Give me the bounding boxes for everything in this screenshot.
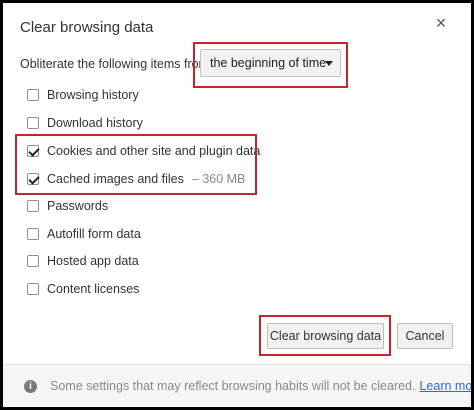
clear-browsing-data-dialog: Clear browsing data × Obliterate the fol… [3, 3, 471, 407]
time-range-selected-value: the beginning of time [210, 56, 327, 70]
info-icon: i [24, 380, 37, 393]
footer-note-text: Some settings that may reflect browsing … [50, 379, 416, 393]
footer-note: Some settings that may reflect browsing … [50, 379, 471, 393]
checkbox-item-hosted-app-data[interactable]: Hosted app data [27, 252, 139, 270]
checkbox-label: Cookies and other site and plugin data [47, 144, 261, 158]
checkbox-label: Download history [47, 116, 143, 130]
checkbox-label: Passwords [47, 199, 109, 213]
checkbox[interactable] [27, 145, 39, 157]
cache-size-text: – 360 MB [191, 172, 246, 186]
checkbox-item-download-history[interactable]: Download history [27, 114, 143, 132]
checkbox-label: Browsing history [47, 88, 139, 102]
checkbox[interactable] [27, 200, 39, 212]
clear-browsing-data-button[interactable]: Clear browsing data [267, 323, 384, 349]
checkbox-label: Hosted app data [47, 254, 139, 268]
checkbox-item-browsing-history[interactable]: Browsing history [27, 86, 139, 104]
checkbox-item-cached-images[interactable]: Cached images and files – 360 MB [27, 170, 245, 188]
checkbox[interactable] [27, 228, 39, 240]
dialog-footer: i Some settings that may reflect browsin… [3, 364, 471, 407]
checkbox-label: Autofill form data [47, 227, 141, 241]
checkbox-item-content-licenses[interactable]: Content licenses [27, 280, 139, 298]
checkbox-item-passwords[interactable]: Passwords [27, 197, 108, 215]
time-range-label: Obliterate the following items from: [20, 57, 213, 71]
checkbox-label: Content licenses [47, 282, 140, 296]
cancel-button[interactable]: Cancel [397, 323, 453, 349]
close-icon[interactable]: × [431, 13, 451, 33]
dialog-title: Clear browsing data [20, 19, 154, 36]
checkbox[interactable] [27, 255, 39, 267]
checkbox-item-autofill[interactable]: Autofill form data [27, 225, 141, 243]
checkbox[interactable] [27, 89, 39, 101]
checkbox[interactable] [27, 117, 39, 129]
learn-more-link[interactable]: Learn more [419, 379, 471, 393]
checkbox-item-cookies[interactable]: Cookies and other site and plugin data [27, 142, 260, 160]
time-range-dropdown[interactable]: the beginning of time [200, 49, 341, 77]
checkbox-label: Cached images and files [47, 172, 184, 186]
checkbox[interactable] [27, 173, 39, 185]
checkbox[interactable] [27, 283, 39, 295]
chevron-down-icon [325, 61, 333, 66]
